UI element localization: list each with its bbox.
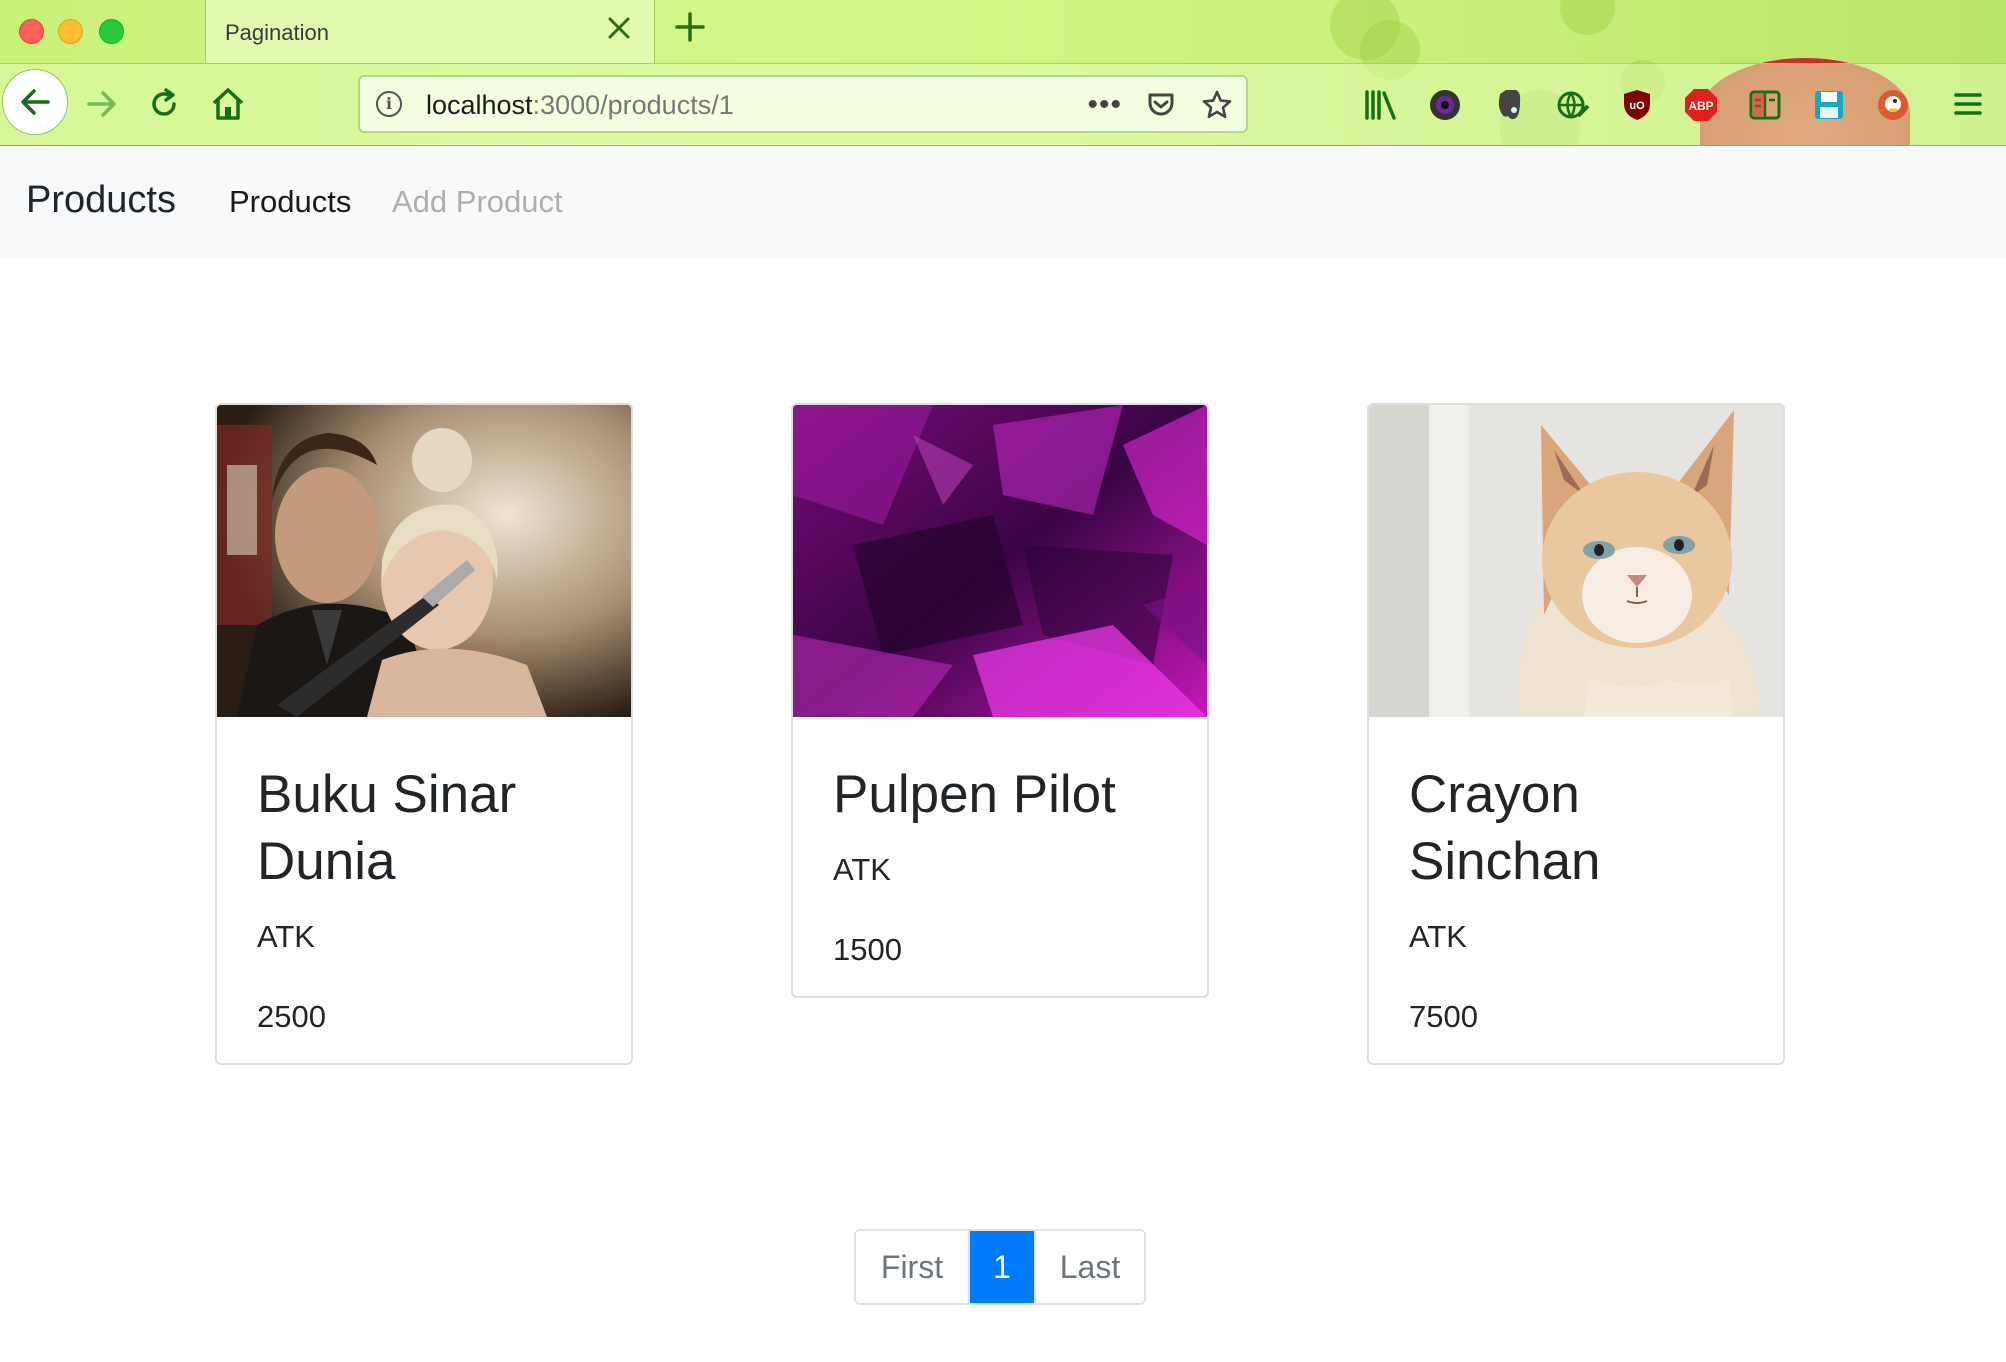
maximize-window-button[interactable]: [99, 19, 124, 44]
nav-link-add-product[interactable]: Add Product: [392, 184, 563, 220]
pocket-icon[interactable]: [1144, 88, 1178, 122]
browser-chrome: Pagination i localhost:3000/products/1 •…: [0, 0, 2006, 146]
browser-tab[interactable]: Pagination: [205, 0, 655, 64]
pagination-first-button[interactable]: First: [856, 1231, 970, 1303]
camera-extension-icon[interactable]: [1424, 84, 1466, 126]
product-image-couple: [217, 405, 631, 717]
library-icon[interactable]: [1360, 84, 1402, 126]
product-image-purple-abstract: [793, 405, 1207, 717]
forward-arrow-icon: [87, 91, 116, 117]
product-price: 1500: [833, 932, 902, 967]
product-card: Pulpen Pilot ATK 1500: [791, 403, 1209, 998]
address-bar[interactable]: i localhost:3000/products/1 •••: [358, 75, 1248, 133]
svg-text:uO: uO: [1629, 100, 1645, 112]
ublock-icon[interactable]: uO: [1616, 84, 1658, 126]
tab-title: Pagination: [225, 20, 329, 45]
close-window-button[interactable]: [19, 19, 44, 44]
product-image-cat: [1369, 405, 1783, 717]
product-card: Buku Sinar Dunia ATK 2500: [215, 403, 633, 1065]
reader-view-icon[interactable]: [1744, 84, 1786, 126]
product-title: Crayon Sinchan: [1409, 765, 1601, 891]
pagination: First 1 Last: [854, 1229, 1146, 1305]
evernote-icon[interactable]: [1488, 84, 1530, 126]
forward-button[interactable]: [72, 74, 132, 134]
pagination-page-1[interactable]: 1: [970, 1231, 1034, 1303]
bookmark-star-icon[interactable]: [1200, 88, 1234, 122]
home-button[interactable]: [198, 74, 258, 134]
tab-strip: Pagination: [0, 0, 2006, 64]
product-category: ATK: [833, 852, 891, 887]
site-info-icon[interactable]: i: [376, 91, 402, 117]
save-disk-icon[interactable]: [1808, 84, 1850, 126]
hamburger-menu-icon[interactable]: [1946, 82, 1990, 126]
duckduckgo-icon[interactable]: [1872, 84, 1914, 126]
url-host: localhost: [426, 90, 533, 120]
minimize-window-button[interactable]: [58, 19, 83, 44]
svg-text:ABP: ABP: [1688, 99, 1713, 113]
site-navbar: Products Products Add Product: [0, 147, 2006, 257]
back-arrow-icon: [21, 89, 50, 115]
navbar-brand[interactable]: Products: [26, 179, 176, 222]
browser-toolbar: i localhost:3000/products/1 ••• uO ABP: [0, 63, 2006, 146]
url-path: :3000/products/1: [532, 90, 734, 120]
reload-button[interactable]: [134, 74, 194, 134]
product-category: ATK: [1409, 919, 1467, 954]
nav-link-products[interactable]: Products: [229, 184, 351, 220]
product-price: 7500: [1409, 999, 1478, 1034]
product-title: Buku Sinar Dunia: [257, 765, 517, 891]
reload-icon: [152, 88, 176, 116]
page-actions-icon[interactable]: •••: [1087, 90, 1122, 120]
product-price: 2500: [257, 999, 326, 1034]
product-category: ATK: [257, 919, 315, 954]
adblock-plus-icon[interactable]: ABP: [1680, 84, 1722, 126]
url-text[interactable]: localhost:3000/products/1: [426, 90, 734, 121]
tab-close-icon[interactable]: [604, 15, 634, 45]
pagination-last-button[interactable]: Last: [1034, 1231, 1144, 1303]
back-button[interactable]: [2, 69, 68, 135]
translate-globe-icon[interactable]: [1552, 84, 1594, 126]
home-icon: [212, 88, 244, 120]
product-card: Crayon Sinchan ATK 7500: [1367, 403, 1785, 1065]
product-title: Pulpen Pilot: [833, 765, 1116, 824]
new-tab-button[interactable]: [670, 8, 710, 52]
